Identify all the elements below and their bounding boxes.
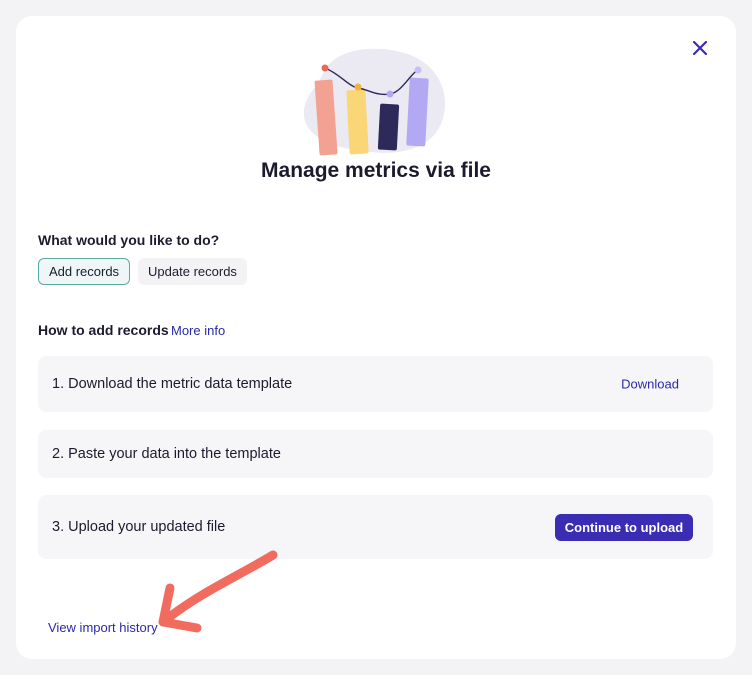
dialog-title: Manage metrics via file [261, 159, 491, 182]
step-label: 3. Upload your updated file [52, 519, 226, 535]
step-download: 1. Download the metric data template Dow… [38, 356, 713, 412]
manage-metrics-dialog: Manage metrics via file What would you l… [16, 16, 736, 659]
more-info-link[interactable]: More info [171, 323, 225, 338]
step-paste: 2. Paste your data into the template [38, 430, 713, 478]
step-upload: 3. Upload your updated file Continue to … [38, 495, 713, 559]
download-template-link[interactable]: Download [621, 377, 679, 392]
close-icon [693, 41, 707, 55]
step-label: 2. Paste your data into the template [52, 446, 281, 462]
action-question: What would you like to do? [38, 232, 220, 248]
metrics-chart-illustration [303, 48, 446, 156]
continue-to-upload-button[interactable]: Continue to upload [555, 514, 693, 541]
steps-heading: How to add records [38, 322, 169, 338]
step-label: 1. Download the metric data template [52, 376, 293, 392]
view-import-history-link[interactable]: View import history [48, 620, 158, 635]
update-records-option[interactable]: Update records [138, 258, 247, 285]
add-records-option[interactable]: Add records [38, 258, 130, 285]
close-button[interactable] [688, 36, 712, 60]
